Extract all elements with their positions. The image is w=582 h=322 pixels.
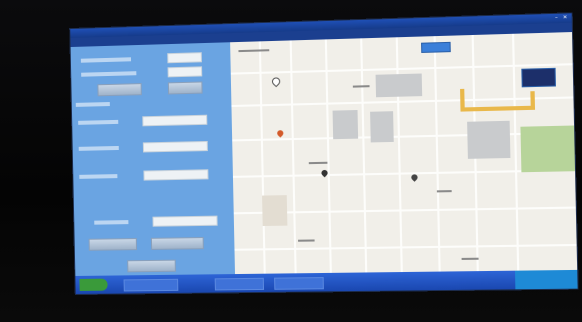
map-building <box>370 111 394 142</box>
panel-button[interactable] <box>97 83 141 96</box>
map-pin-icon[interactable] <box>270 76 282 87</box>
map-road <box>512 34 519 271</box>
map-view[interactable] <box>230 32 577 274</box>
field-label <box>81 57 131 62</box>
map-overlay-widget[interactable] <box>521 68 556 88</box>
map-park <box>520 125 575 172</box>
map-pin-icon[interactable] <box>410 173 419 182</box>
text-field[interactable] <box>152 216 217 227</box>
map-building <box>262 195 287 226</box>
panel-button[interactable] <box>89 238 137 251</box>
map-road <box>290 40 297 273</box>
text-field[interactable] <box>143 169 208 180</box>
system-tray <box>515 270 578 289</box>
field-label <box>81 71 136 77</box>
text-field[interactable] <box>168 66 203 77</box>
map-road <box>325 39 332 273</box>
start-button[interactable] <box>79 279 107 291</box>
map-road <box>434 36 441 271</box>
close-icon[interactable]: ✕ <box>563 15 568 21</box>
map-pin-icon[interactable] <box>276 129 285 138</box>
text-field[interactable] <box>167 52 202 63</box>
field-label <box>79 146 119 151</box>
map-route <box>530 91 535 110</box>
map-label <box>353 85 370 87</box>
map-label <box>298 239 315 241</box>
panel-button[interactable] <box>127 260 176 273</box>
minimize-icon[interactable]: – <box>555 15 558 21</box>
map-building <box>333 110 359 139</box>
panel-button[interactable] <box>168 81 203 94</box>
map-label <box>238 49 269 52</box>
map-road <box>396 37 403 272</box>
map-building <box>376 74 423 98</box>
field-label <box>94 220 128 225</box>
taskbar-item[interactable] <box>124 279 179 292</box>
left-panel <box>71 42 235 276</box>
taskbar-item[interactable] <box>215 278 264 291</box>
map-search-button[interactable] <box>421 42 451 53</box>
text-field[interactable] <box>142 115 207 127</box>
app-window: ✕ – <box>69 12 578 295</box>
map-building <box>467 121 510 159</box>
section-label <box>76 102 110 107</box>
map-label <box>309 162 328 164</box>
map-road <box>259 41 266 273</box>
map-route <box>460 106 535 112</box>
map-label <box>437 190 452 192</box>
text-field[interactable] <box>143 141 208 153</box>
field-label <box>79 174 117 179</box>
map-road <box>234 244 576 251</box>
field-label <box>78 120 118 125</box>
taskbar-item[interactable] <box>274 277 324 290</box>
map-road <box>360 38 367 272</box>
panel-button[interactable] <box>151 237 204 250</box>
map-label <box>462 258 479 260</box>
